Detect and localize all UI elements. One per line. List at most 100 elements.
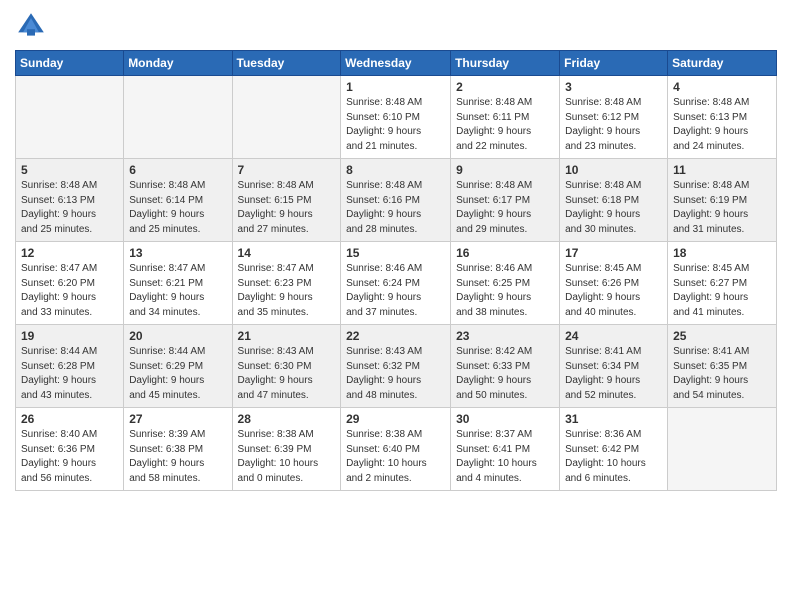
day-number: 30 [456, 412, 554, 426]
day-info: Sunrise: 8:39 AM Sunset: 6:38 PM Dayligh… [129, 428, 226, 486]
day-number: 23 [456, 329, 554, 343]
calendar-day-cell [232, 76, 341, 159]
day-number: 10 [565, 163, 662, 177]
day-number: 12 [21, 246, 118, 260]
calendar-day-cell: 27 Sunrise: 8:39 AM Sunset: 6:38 PM Dayli… [124, 408, 232, 491]
day-info: Sunrise: 8:47 AM Sunset: 6:20 PM Dayligh… [21, 262, 118, 320]
day-info: Sunrise: 8:44 AM Sunset: 6:29 PM Dayligh… [129, 345, 226, 403]
calendar-day-cell: 7 Sunrise: 8:48 AM Sunset: 6:15 PM Daylig… [232, 159, 341, 242]
day-info: Sunrise: 8:37 AM Sunset: 6:41 PM Dayligh… [456, 428, 554, 486]
day-info: Sunrise: 8:43 AM Sunset: 6:30 PM Dayligh… [238, 345, 336, 403]
day-info: Sunrise: 8:36 AM Sunset: 6:42 PM Dayligh… [565, 428, 662, 486]
logo [15, 10, 51, 42]
calendar-day-cell: 24 Sunrise: 8:41 AM Sunset: 6:34 PM Dayli… [560, 325, 668, 408]
day-number: 1 [346, 80, 445, 94]
day-info: Sunrise: 8:41 AM Sunset: 6:35 PM Dayligh… [673, 345, 771, 403]
day-number: 31 [565, 412, 662, 426]
day-number: 25 [673, 329, 771, 343]
day-number: 3 [565, 80, 662, 94]
day-number: 4 [673, 80, 771, 94]
calendar-day-cell: 15 Sunrise: 8:46 AM Sunset: 6:24 PM Dayli… [341, 242, 451, 325]
day-number: 17 [565, 246, 662, 260]
weekday-header: Saturday [668, 51, 777, 76]
day-info: Sunrise: 8:38 AM Sunset: 6:39 PM Dayligh… [238, 428, 336, 486]
day-number: 18 [673, 246, 771, 260]
day-info: Sunrise: 8:48 AM Sunset: 6:15 PM Dayligh… [238, 179, 336, 237]
calendar-day-cell: 19Sunrise: 8:44 AM Sunset: 6:28 PM Dayli… [16, 325, 124, 408]
calendar-day-cell: 13Sunrise: 8:47 AM Sunset: 6:21 PM Dayli… [124, 242, 232, 325]
calendar-day-cell: 14Sunrise: 8:47 AM Sunset: 6:23 PM Dayli… [232, 242, 341, 325]
day-number: 14 [238, 246, 336, 260]
day-number: 6 [129, 163, 226, 177]
day-number: 28 [238, 412, 336, 426]
day-number: 20 [129, 329, 226, 343]
day-number: 8 [346, 163, 445, 177]
day-number: 5 [21, 163, 118, 177]
weekday-header: Tuesday [232, 51, 341, 76]
day-number: 15 [346, 246, 445, 260]
day-info: Sunrise: 8:48 AM Sunset: 6:12 PM Dayligh… [565, 96, 662, 154]
day-number: 7 [238, 163, 336, 177]
day-info: Sunrise: 8:48 AM Sunset: 6:10 PM Dayligh… [346, 96, 445, 154]
calendar-day-cell: 6 Sunrise: 8:48 AM Sunset: 6:14 PM Daylig… [124, 159, 232, 242]
calendar-day-cell: 10Sunrise: 8:48 AM Sunset: 6:18 PM Dayli… [560, 159, 668, 242]
day-info: Sunrise: 8:48 AM Sunset: 6:13 PM Dayligh… [673, 96, 771, 154]
day-info: Sunrise: 8:41 AM Sunset: 6:34 PM Dayligh… [565, 345, 662, 403]
weekday-header: Friday [560, 51, 668, 76]
weekday-header: Monday [124, 51, 232, 76]
day-info: Sunrise: 8:48 AM Sunset: 6:14 PM Dayligh… [129, 179, 226, 237]
calendar-day-cell: 26 Sunrise: 8:40 AM Sunset: 6:36 PM Dayli… [16, 408, 124, 491]
calendar-day-cell: 2Sunrise: 8:48 AM Sunset: 6:11 PM Daylig… [451, 76, 560, 159]
calendar-week-row: 19Sunrise: 8:44 AM Sunset: 6:28 PM Dayli… [16, 325, 777, 408]
calendar-day-cell [668, 408, 777, 491]
page: SundayMondayTuesdayWednesdayThursdayFrid… [0, 0, 792, 612]
calendar-day-cell: 30 Sunrise: 8:37 AM Sunset: 6:41 PM Dayli… [451, 408, 560, 491]
calendar-day-cell: 20 Sunrise: 8:44 AM Sunset: 6:29 PM Dayli… [124, 325, 232, 408]
calendar-table: SundayMondayTuesdayWednesdayThursdayFrid… [15, 50, 777, 491]
day-info: Sunrise: 8:48 AM Sunset: 6:19 PM Dayligh… [673, 179, 771, 237]
calendar-day-cell: 11 Sunrise: 8:48 AM Sunset: 6:19 PM Dayli… [668, 159, 777, 242]
calendar-day-cell: 25 Sunrise: 8:41 AM Sunset: 6:35 PM Dayli… [668, 325, 777, 408]
day-number: 16 [456, 246, 554, 260]
calendar-day-cell: 4 Sunrise: 8:48 AM Sunset: 6:13 PM Daylig… [668, 76, 777, 159]
day-number: 2 [456, 80, 554, 94]
calendar-day-cell: 1 Sunrise: 8:48 AM Sunset: 6:10 PM Daylig… [341, 76, 451, 159]
day-info: Sunrise: 8:44 AM Sunset: 6:28 PM Dayligh… [21, 345, 118, 403]
day-number: 26 [21, 412, 118, 426]
day-info: Sunrise: 8:48 AM Sunset: 6:17 PM Dayligh… [456, 179, 554, 237]
calendar-day-cell: 21 Sunrise: 8:43 AM Sunset: 6:30 PM Dayli… [232, 325, 341, 408]
day-number: 13 [129, 246, 226, 260]
day-number: 29 [346, 412, 445, 426]
calendar-day-cell: 17Sunrise: 8:45 AM Sunset: 6:26 PM Dayli… [560, 242, 668, 325]
day-info: Sunrise: 8:46 AM Sunset: 6:24 PM Dayligh… [346, 262, 445, 320]
day-number: 27 [129, 412, 226, 426]
calendar-day-cell: 22 Sunrise: 8:43 AM Sunset: 6:32 PM Dayli… [341, 325, 451, 408]
day-info: Sunrise: 8:42 AM Sunset: 6:33 PM Dayligh… [456, 345, 554, 403]
calendar-day-cell: 9 Sunrise: 8:48 AM Sunset: 6:17 PM Daylig… [451, 159, 560, 242]
calendar-day-cell: 23 Sunrise: 8:42 AM Sunset: 6:33 PM Dayli… [451, 325, 560, 408]
calendar-day-cell: 18Sunrise: 8:45 AM Sunset: 6:27 PM Dayli… [668, 242, 777, 325]
calendar-day-cell: 12 Sunrise: 8:47 AM Sunset: 6:20 PM Dayli… [16, 242, 124, 325]
weekday-header: Thursday [451, 51, 560, 76]
day-info: Sunrise: 8:38 AM Sunset: 6:40 PM Dayligh… [346, 428, 445, 486]
header [15, 10, 777, 42]
day-number: 11 [673, 163, 771, 177]
day-info: Sunrise: 8:48 AM Sunset: 6:16 PM Dayligh… [346, 179, 445, 237]
calendar-day-cell: 3 Sunrise: 8:48 AM Sunset: 6:12 PM Daylig… [560, 76, 668, 159]
calendar-day-cell: 28 Sunrise: 8:38 AM Sunset: 6:39 PM Dayli… [232, 408, 341, 491]
calendar-day-cell: 16Sunrise: 8:46 AM Sunset: 6:25 PM Dayli… [451, 242, 560, 325]
day-number: 24 [565, 329, 662, 343]
calendar-day-cell: 31 Sunrise: 8:36 AM Sunset: 6:42 PM Dayli… [560, 408, 668, 491]
day-number: 21 [238, 329, 336, 343]
day-info: Sunrise: 8:43 AM Sunset: 6:32 PM Dayligh… [346, 345, 445, 403]
day-info: Sunrise: 8:40 AM Sunset: 6:36 PM Dayligh… [21, 428, 118, 486]
calendar-week-row: 5Sunrise: 8:48 AM Sunset: 6:13 PM Daylig… [16, 159, 777, 242]
day-number: 9 [456, 163, 554, 177]
calendar-day-cell [16, 76, 124, 159]
calendar-day-cell: 5Sunrise: 8:48 AM Sunset: 6:13 PM Daylig… [16, 159, 124, 242]
calendar-week-row: 1 Sunrise: 8:48 AM Sunset: 6:10 PM Daylig… [16, 76, 777, 159]
day-number: 22 [346, 329, 445, 343]
calendar-header-row: SundayMondayTuesdayWednesdayThursdayFrid… [16, 51, 777, 76]
calendar-day-cell: 29 Sunrise: 8:38 AM Sunset: 6:40 PM Dayli… [341, 408, 451, 491]
weekday-header: Sunday [16, 51, 124, 76]
